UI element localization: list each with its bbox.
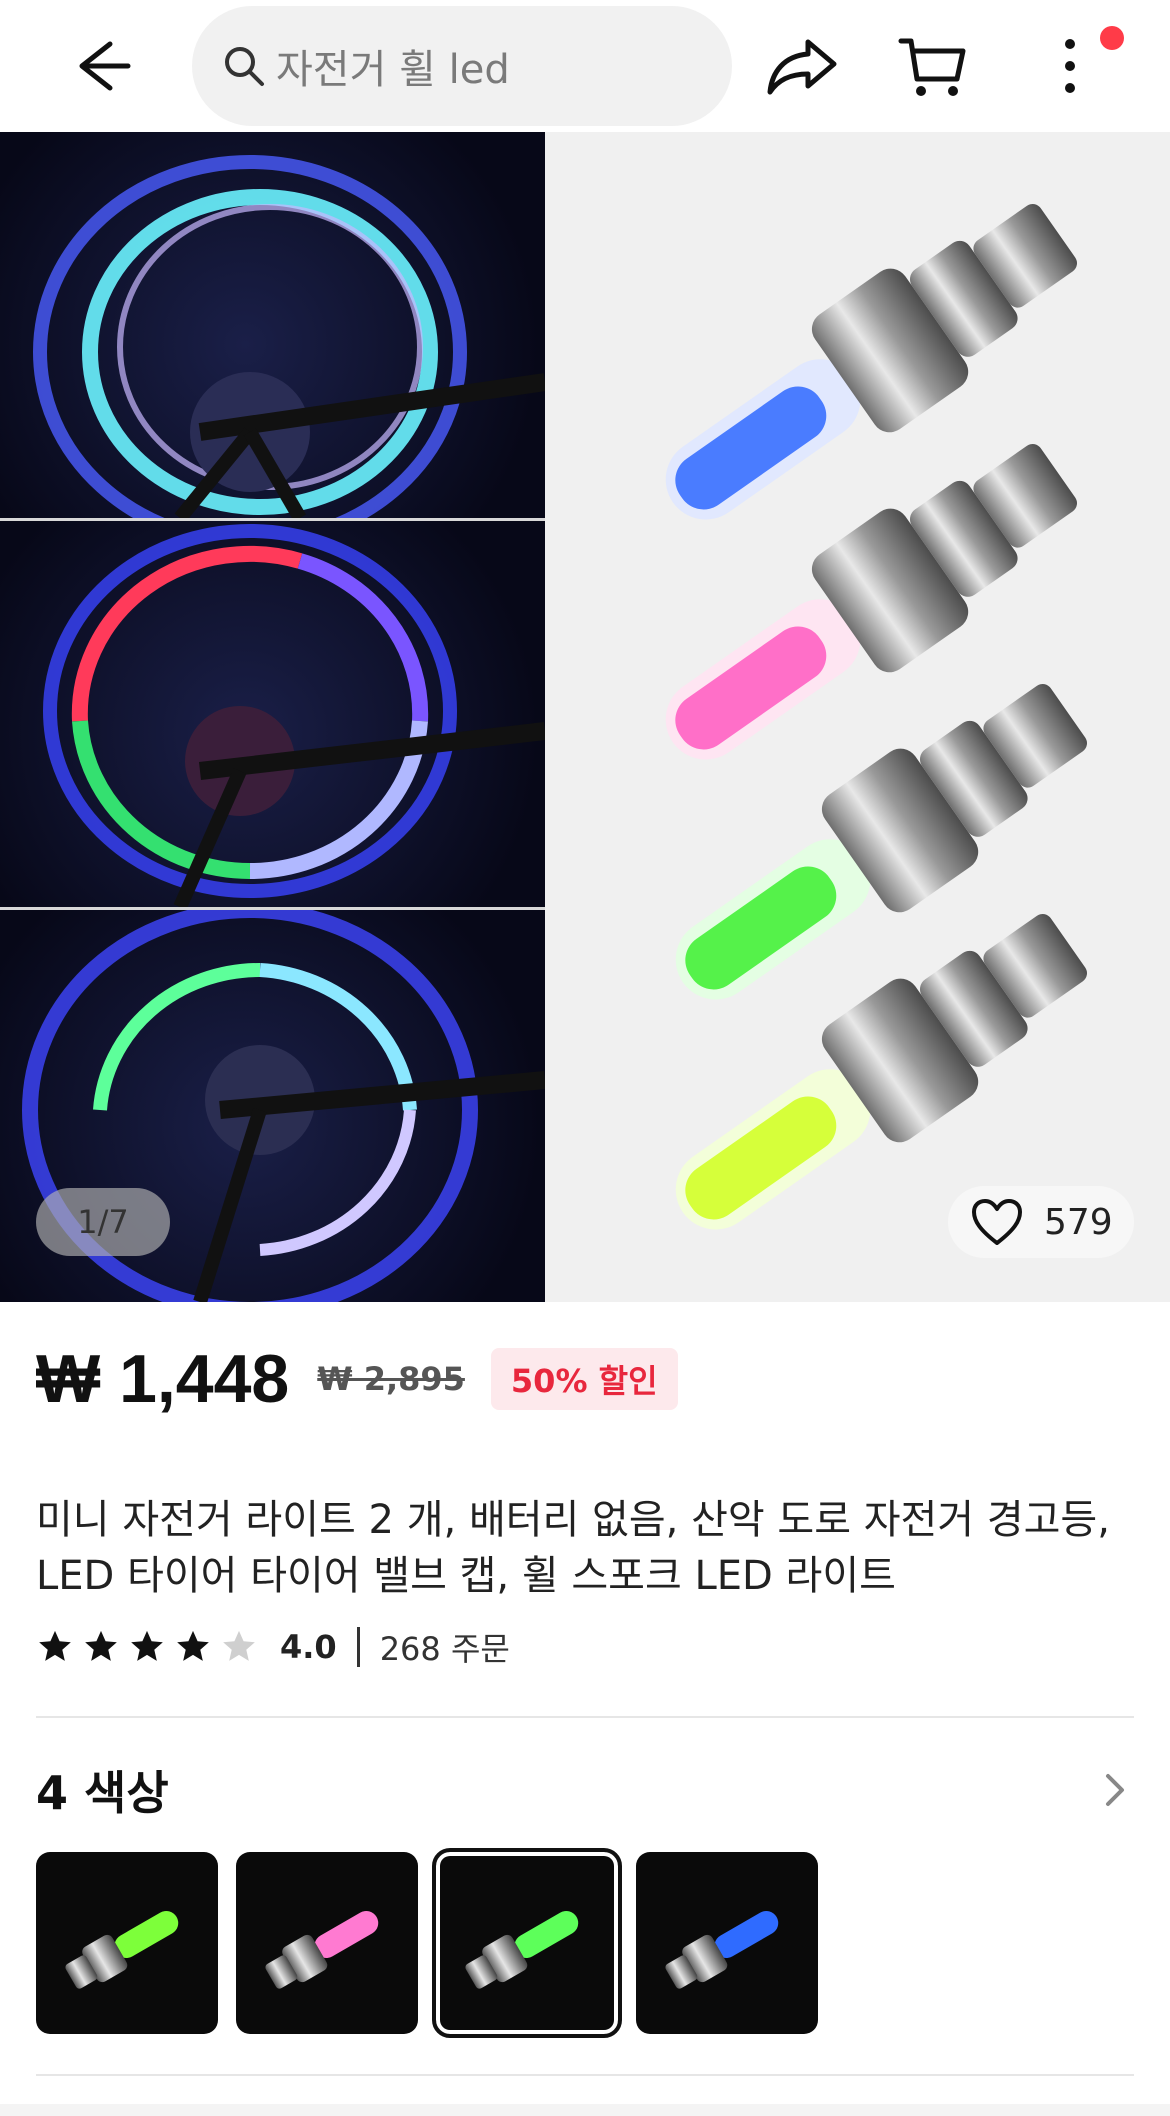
color-options-title: 4 색상: [36, 1766, 169, 1820]
chevron-right-icon[interactable]: [1094, 1770, 1134, 1810]
product-image-gallery[interactable]: [0, 132, 1170, 1302]
search-bar[interactable]: 자전거 휠 led: [192, 6, 732, 126]
back-arrow-icon: [79, 41, 131, 91]
share-button[interactable]: [762, 26, 842, 106]
rating-row[interactable]: 4.0 268 주문: [36, 1622, 510, 1672]
color-swatch-green[interactable]: [36, 1852, 218, 2034]
color-swatch-blue[interactable]: [636, 1852, 818, 2034]
section-divider: [36, 2074, 1134, 2076]
product-title: 미니 자전거 라이트 2 개, 배터리 없음, 산악 도로 자전거 경고등, L…: [36, 1497, 1110, 1599]
share-icon: [767, 39, 837, 95]
notification-dot: [1100, 26, 1124, 50]
wheel-photo-multicolor: [0, 521, 545, 907]
star-filled-icon: [85, 1630, 117, 1661]
more-vertical-icon: [1065, 39, 1075, 93]
cart-icon: [898, 38, 966, 96]
wishlist-button[interactable]: 579: [948, 1186, 1134, 1258]
color-swatch-list: [36, 1848, 836, 2038]
bottom-strip: [0, 2104, 1170, 2116]
more-options-button[interactable]: [1030, 26, 1110, 106]
search-placeholder: 자전거 휠 led: [276, 47, 510, 93]
order-count: 268 주문: [379, 1630, 510, 1668]
color-options-header[interactable]: 4 색상: [36, 1750, 1134, 1830]
back-button[interactable]: [62, 26, 142, 106]
wheel-photo-collage: [0, 132, 545, 1302]
like-count: 579: [1044, 1201, 1113, 1243]
original-price: ₩ 2,895: [317, 1360, 465, 1398]
color-swatch-lime-selected[interactable]: [432, 1848, 622, 2038]
wheel-photo-blue: [0, 132, 545, 518]
discount-badge: 50% 할인: [490, 1348, 678, 1410]
top-bar: 자전거 휠 led: [0, 0, 1170, 132]
heart-icon: [972, 1199, 1022, 1245]
star-empty-icon: [223, 1630, 255, 1661]
rating-value: 4.0: [280, 1628, 337, 1666]
color-swatch-pink[interactable]: [236, 1852, 418, 2034]
star-rating: [36, 1628, 266, 1666]
price-row: ₩ 1,448 ₩ 2,895 50% 할인: [36, 1336, 678, 1422]
search-icon: [225, 47, 264, 86]
star-filled-icon: [39, 1630, 71, 1661]
valve-cap-product-photo: [545, 132, 1170, 1302]
divider: [356, 1627, 360, 1667]
sale-price: ₩ 1,448: [36, 1341, 290, 1417]
section-divider: [36, 1716, 1134, 1718]
cart-button[interactable]: [892, 26, 972, 106]
star-filled-icon: [177, 1630, 209, 1661]
image-page-indicator: 1/7: [36, 1188, 170, 1256]
star-filled-icon: [131, 1630, 163, 1661]
